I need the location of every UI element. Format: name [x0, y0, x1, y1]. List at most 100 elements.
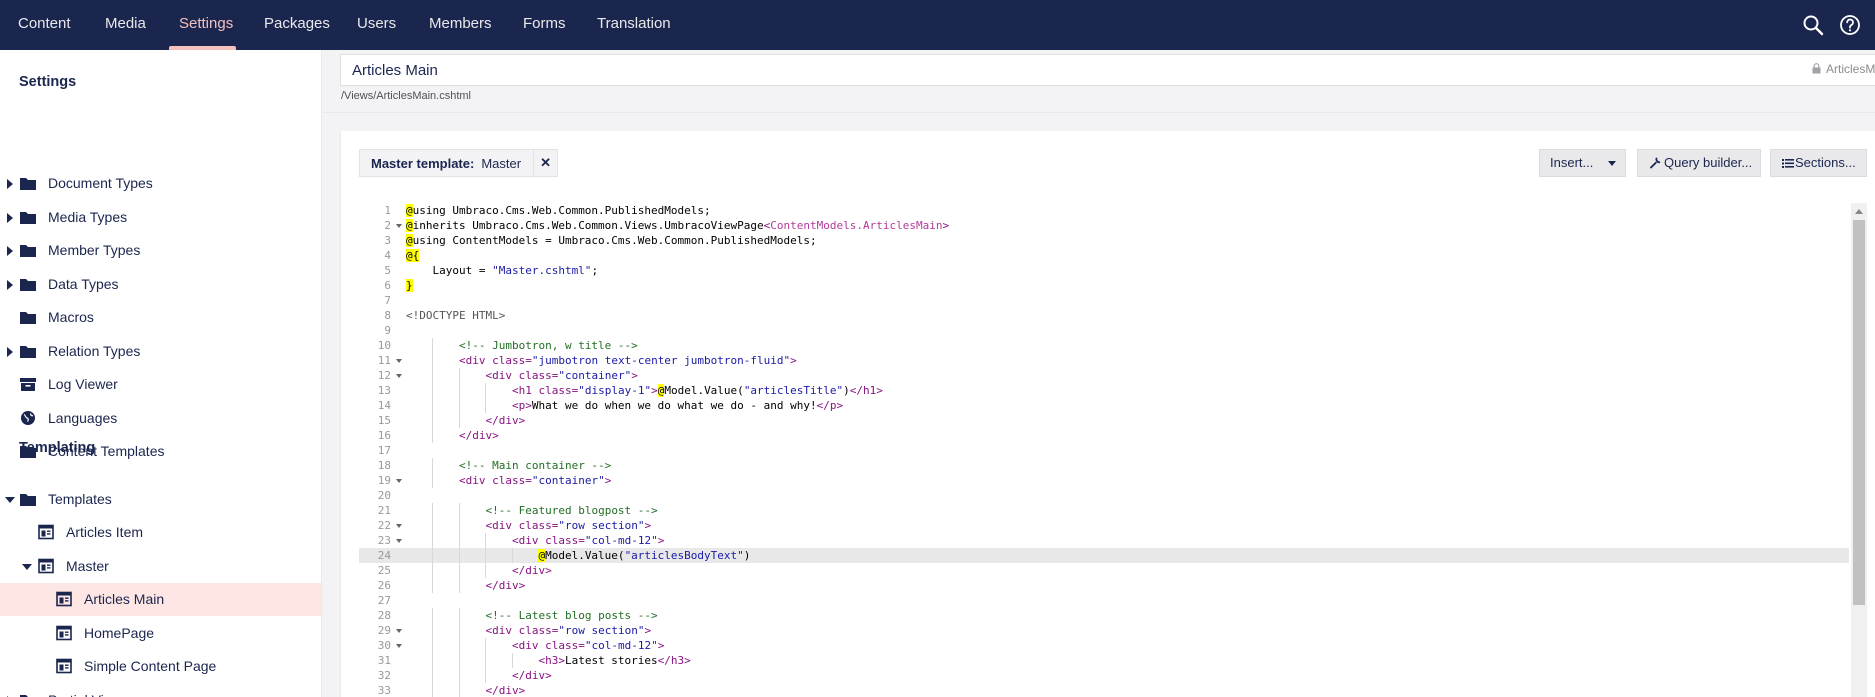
- sidebar-item-label: Relation Types: [48, 342, 141, 359]
- chevron-right-icon[interactable]: [7, 279, 13, 290]
- sidebar-item-label: Articles Main: [84, 591, 165, 607]
- chevron-right-icon[interactable]: [7, 179, 13, 189]
- fold-toggle-icon[interactable]: [396, 539, 402, 543]
- code-line[interactable]: 29 <div class="row section">: [359, 623, 1849, 638]
- code-line[interactable]: 3 @using ContentModels = Umbraco.Cms.Web.…: [359, 233, 1849, 248]
- query-builder-label: Query builder...: [1664, 155, 1753, 170]
- chevron-down-icon[interactable]: [5, 497, 15, 503]
- code-line[interactable]: 21 <!-- Featured blogpost -->: [359, 503, 1849, 518]
- fold-toggle-icon[interactable]: [396, 224, 402, 228]
- code-line[interactable]: 9: [359, 323, 1849, 338]
- code-line[interactable]: 8 <!DOCTYPE HTML>: [359, 308, 1849, 323]
- sidebar-item-log-viewer[interactable]: Log Viewer: [0, 368, 321, 401]
- folder-icon: [20, 245, 36, 257]
- chevron-right-icon[interactable]: [7, 346, 13, 357]
- chevron-right-icon[interactable]: [7, 212, 13, 223]
- folder-icon: [20, 312, 36, 324]
- nav-translation[interactable]: Translation: [597, 0, 671, 50]
- fold-toggle-icon[interactable]: [396, 524, 402, 528]
- code-line[interactable]: 13 <h1 class="display-1">@Model.Value("a…: [359, 383, 1849, 398]
- line-number: 5: [384, 264, 391, 277]
- code-line[interactable]: 17: [359, 443, 1849, 458]
- code-line[interactable]: 23 <div class="col-md-12">: [359, 533, 1849, 548]
- code-line[interactable]: 30 <div class="col-md-12">: [359, 638, 1849, 653]
- code-line[interactable]: 28 <!-- Latest blog posts -->: [359, 608, 1849, 623]
- sidebar-item-templates[interactable]: Templates: [0, 483, 321, 516]
- code-line[interactable]: 25 </div>: [359, 563, 1849, 578]
- code-line[interactable]: 15 </div>: [359, 413, 1849, 428]
- master-template-chip[interactable]: Master template: Master ✕: [359, 149, 559, 177]
- lock-icon[interactable]: [1812, 63, 1821, 74]
- sidebar-item-languages[interactable]: Languages: [0, 402, 321, 435]
- caret-down-icon[interactable]: [1608, 161, 1616, 166]
- nav-media[interactable]: Media: [105, 0, 146, 50]
- chevron-down-icon[interactable]: [22, 563, 32, 570]
- sidebar-item-master[interactable]: Master: [0, 550, 321, 583]
- line-number: 29: [377, 624, 391, 637]
- nav-content[interactable]: Content: [18, 0, 71, 50]
- nav-forms[interactable]: Forms: [523, 0, 566, 50]
- fold-toggle-icon[interactable]: [396, 644, 402, 648]
- code-line[interactable]: 31 <h3>Latest stories</h3>: [359, 653, 1849, 668]
- sections-button[interactable]: Sections...: [1770, 149, 1867, 177]
- code-line[interactable]: 24 @Model.Value("articlesBodyText"): [359, 548, 1849, 563]
- code-text: @using ContentModels = Umbraco.Cms.Web.C…: [406, 234, 817, 247]
- query-builder-button[interactable]: Query builder...: [1637, 149, 1761, 177]
- nav-packages[interactable]: Packages: [264, 0, 330, 50]
- code-line[interactable]: 16 </div>: [359, 428, 1849, 443]
- nav-users[interactable]: Users: [357, 0, 396, 50]
- code-line[interactable]: 1 @using Umbraco.Cms.Web.Common.Published…: [359, 203, 1849, 218]
- help-icon[interactable]: [1838, 13, 1862, 37]
- code-line[interactable]: 5 Layout = "Master.cshtml";: [359, 263, 1849, 278]
- code-line[interactable]: 10 <!-- Jumbotron, w title -->: [359, 338, 1849, 353]
- code-line[interactable]: 33 </div>: [359, 683, 1849, 697]
- close-icon[interactable]: ✕: [533, 150, 557, 176]
- fold-toggle-icon[interactable]: [396, 629, 402, 633]
- line-number: 20: [377, 489, 391, 502]
- code-line[interactable]: 12 <div class="container">: [359, 368, 1849, 383]
- nav-settings[interactable]: Settings: [179, 0, 233, 50]
- sidebar-item-articles-item[interactable]: Articles Item: [0, 516, 321, 549]
- template-name-field[interactable]: Articles Main: [340, 54, 1875, 86]
- chevron-right-icon[interactable]: [7, 246, 13, 256]
- code-editor[interactable]: 1 @using Umbraco.Cms.Web.Common.Published…: [359, 203, 1849, 697]
- code-line[interactable]: 4 @{: [359, 248, 1849, 263]
- code-line[interactable]: 27: [359, 593, 1849, 608]
- code-line[interactable]: 6}: [359, 278, 1849, 293]
- sidebar-item-partial-views[interactable]: Partial Views: [0, 684, 321, 697]
- fold-toggle-icon[interactable]: [396, 359, 402, 363]
- code-line[interactable]: 22 <div class="row section">: [359, 518, 1849, 533]
- fold-toggle-icon[interactable]: [396, 479, 402, 483]
- code-line[interactable]: 26 </div>: [359, 578, 1849, 593]
- code-line[interactable]: 11 <div class="jumbotron text-center jum…: [359, 353, 1849, 368]
- code-line[interactable]: 32 </div>: [359, 668, 1849, 683]
- insert-button[interactable]: Insert...: [1539, 149, 1626, 177]
- sidebar-item-data-types[interactable]: Data Types: [0, 268, 321, 301]
- fold-toggle-icon[interactable]: [396, 374, 402, 378]
- sidebar-item-media-types[interactable]: Media Types: [0, 201, 321, 234]
- code-line[interactable]: 2 @inherits Umbraco.Cms.Web.Common.Views.…: [359, 218, 1849, 233]
- nav-members[interactable]: Members: [429, 0, 492, 50]
- code-line[interactable]: 20: [359, 488, 1849, 503]
- scrollbar-thumb[interactable]: [1853, 220, 1865, 605]
- search-icon[interactable]: [1801, 13, 1825, 37]
- sidebar-item-macros[interactable]: Macros: [0, 301, 321, 334]
- template-icon: [38, 558, 54, 573]
- sidebar-item-document-types[interactable]: Document Types: [0, 167, 321, 200]
- sidebar-item-label: Master: [66, 557, 109, 574]
- sidebar-item-label: Macros: [48, 309, 94, 325]
- code-line[interactable]: 14 <p>What we do when we do what we do -…: [359, 398, 1849, 413]
- sidebar-item-member-types[interactable]: Member Types: [0, 234, 321, 267]
- code-line[interactable]: 7: [359, 293, 1849, 308]
- code-line[interactable]: 18 <!-- Main container -->: [359, 458, 1849, 473]
- sidebar-item-homepage[interactable]: HomePage: [0, 617, 321, 650]
- sidebar-item-simple-content-page[interactable]: Simple Content Page: [0, 650, 321, 683]
- line-number: 28: [377, 609, 391, 622]
- sidebar-item-relation-types[interactable]: Relation Types: [0, 335, 321, 368]
- line-number: 10: [377, 339, 391, 352]
- code-line[interactable]: 19 <div class="container">: [359, 473, 1849, 488]
- template-name-input[interactable]: Articles Main: [352, 62, 438, 79]
- code-text: @inherits Umbraco.Cms.Web.Common.Views.U…: [406, 219, 950, 232]
- scroll-up-arrow[interactable]: [1855, 209, 1863, 214]
- sidebar-item-articles-main[interactable]: Articles Main: [0, 583, 321, 616]
